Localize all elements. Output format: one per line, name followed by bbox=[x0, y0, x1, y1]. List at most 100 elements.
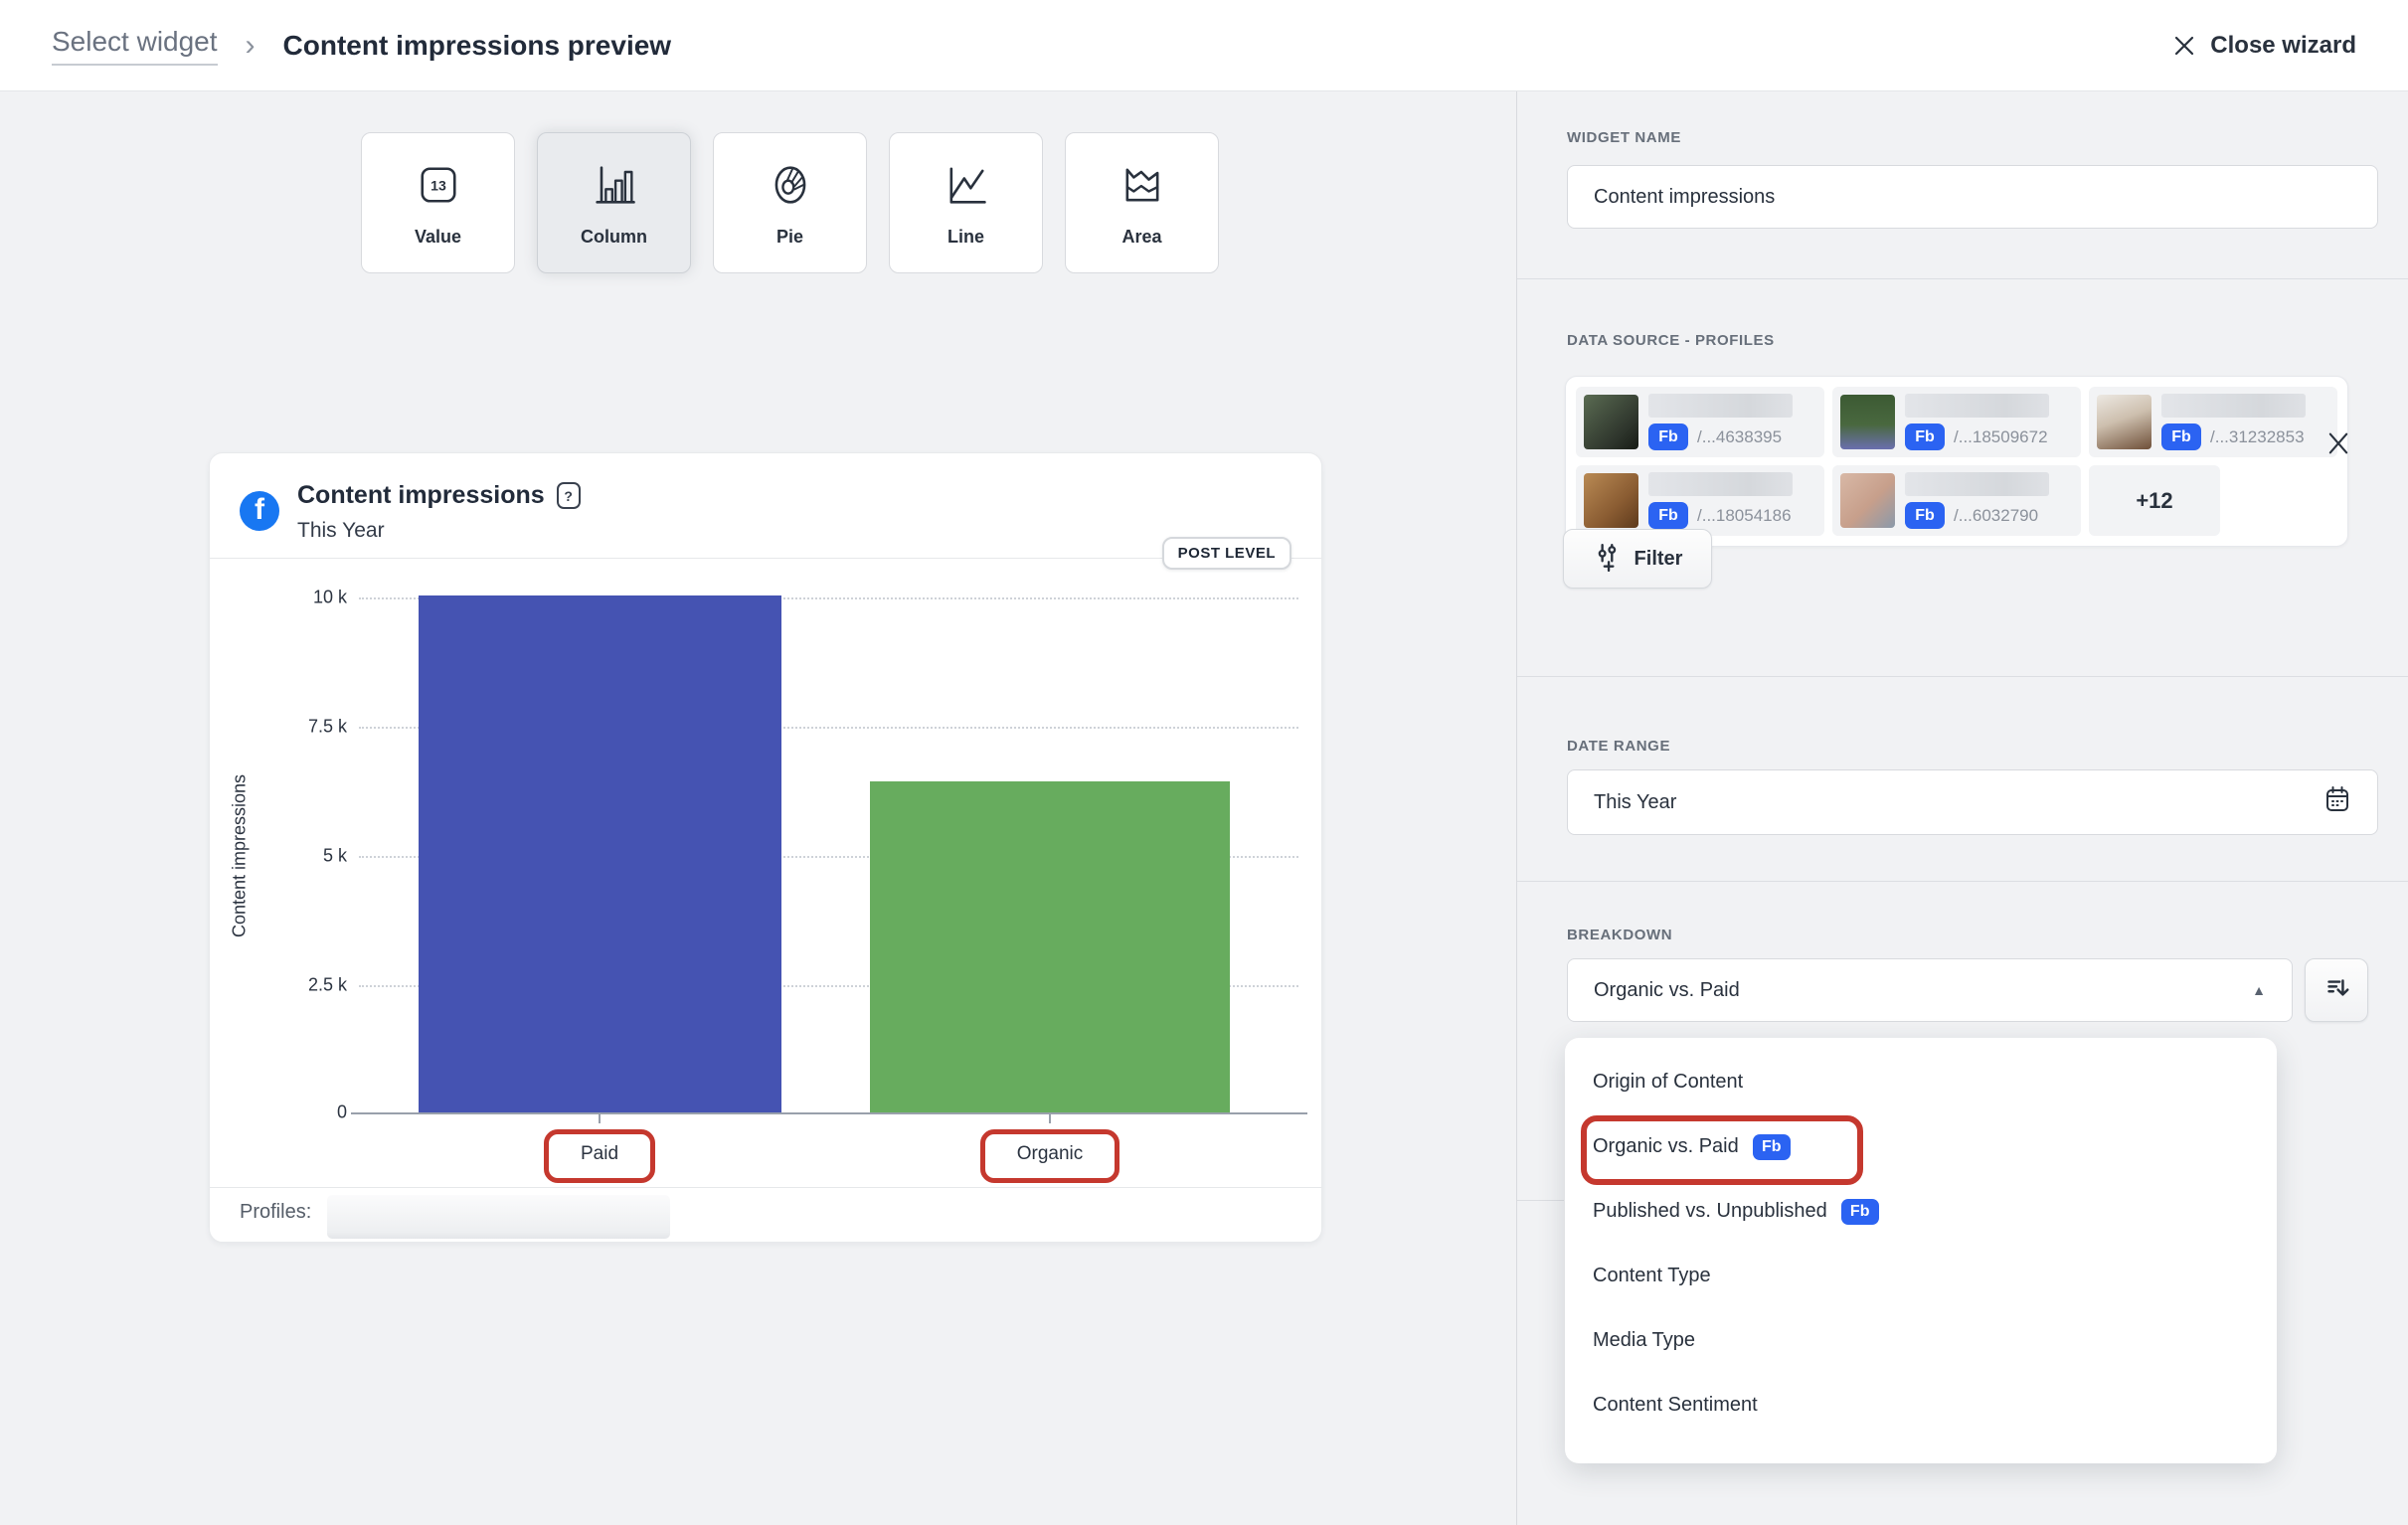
chart-profiles-label: Profiles: bbox=[240, 1201, 311, 1224]
y-axis-title: Content impressions bbox=[230, 774, 251, 937]
more-profiles-chip[interactable]: +12 bbox=[2089, 465, 2220, 536]
menu-item-published-vs-unpublished[interactable]: Published vs. Unpublished Fb bbox=[1565, 1179, 2277, 1244]
widget-type-pie[interactable]: Pie bbox=[713, 132, 867, 273]
profile-chip[interactable]: Fb /...6032790 bbox=[1832, 465, 2081, 536]
avatar bbox=[2097, 395, 2151, 449]
annotation-box-organic bbox=[980, 1129, 1119, 1183]
menu-item-content-sentiment[interactable]: Content Sentiment bbox=[1565, 1373, 2277, 1438]
calendar-icon bbox=[2323, 784, 2351, 820]
menu-item-organic-vs-paid[interactable]: Organic vs. Paid Fb bbox=[1565, 1114, 2277, 1179]
breadcrumb-chevron-icon: › bbox=[246, 31, 256, 61]
breakdown-select[interactable]: Organic vs. Paid ▲ bbox=[1567, 958, 2293, 1022]
widget-type-column[interactable]: Column bbox=[537, 132, 691, 273]
profile-name-redacted bbox=[2161, 394, 2306, 418]
menu-item-label: Organic vs. Paid bbox=[1593, 1135, 1739, 1158]
profile-id: /...18054186 bbox=[1697, 506, 1792, 526]
menu-item-label: Media Type bbox=[1593, 1329, 1695, 1352]
profile-chip[interactable]: Fb /...4638395 bbox=[1576, 387, 1824, 457]
filter-icon bbox=[1593, 542, 1623, 577]
y-tick-label: 7.5 k bbox=[250, 717, 347, 738]
menu-item-media-type[interactable]: Media Type bbox=[1565, 1308, 2277, 1373]
y-tick-label: 0 bbox=[250, 1102, 347, 1123]
profile-id: /...4638395 bbox=[1697, 427, 1782, 447]
widget-type-label: Pie bbox=[776, 227, 803, 248]
pie-chart-icon bbox=[765, 159, 816, 211]
facebook-badge: Fb bbox=[1905, 424, 1945, 450]
menu-item-content-type[interactable]: Content Type bbox=[1565, 1244, 2277, 1308]
menu-item-label: Content Sentiment bbox=[1593, 1394, 1758, 1417]
profile-id: /...6032790 bbox=[1954, 506, 2038, 526]
widget-name-label: WIDGET NAME bbox=[1567, 129, 1681, 146]
profile-name-redacted bbox=[1905, 472, 2049, 496]
sort-descending-icon bbox=[2322, 973, 2351, 1008]
post-level-badge: POST LEVEL bbox=[1162, 537, 1291, 570]
y-tick-label: 5 k bbox=[250, 846, 347, 867]
bar-organic[interactable] bbox=[870, 781, 1230, 1112]
breakdown-value: Organic vs. Paid bbox=[1594, 979, 2252, 1002]
avatar bbox=[1584, 473, 1638, 528]
widget-type-label: Column bbox=[581, 227, 647, 248]
area-chart-icon bbox=[1117, 159, 1168, 211]
avatar bbox=[1840, 473, 1895, 528]
page-title: Content impressions preview bbox=[283, 30, 672, 62]
value-13-icon: 13 bbox=[413, 159, 464, 211]
profiles-box: Fb /...4638395 Fb /...18509672 bbox=[1565, 376, 2348, 547]
config-panel: WIDGET NAME Content impressions DATA SOU… bbox=[1516, 91, 2408, 1525]
widget-type-area[interactable]: Area bbox=[1065, 132, 1219, 273]
date-range-value: This Year bbox=[1594, 791, 2323, 814]
widget-name-input[interactable]: Content impressions bbox=[1567, 165, 2378, 229]
line-chart-icon bbox=[941, 159, 992, 211]
filter-button-label: Filter bbox=[1634, 548, 1683, 571]
chart-profiles-redacted bbox=[327, 1195, 670, 1239]
avatar bbox=[1584, 395, 1638, 449]
profile-name-redacted bbox=[1905, 394, 2049, 418]
close-icon bbox=[2172, 34, 2196, 58]
date-range-label: DATE RANGE bbox=[1567, 738, 1670, 755]
close-wizard-label: Close wizard bbox=[2210, 32, 2356, 60]
profile-chip[interactable]: Fb /...31232853 bbox=[2089, 387, 2337, 457]
avatar bbox=[1840, 395, 1895, 449]
breakdown-dropdown-menu: Origin of Content Organic vs. Paid Fb Pu… bbox=[1565, 1038, 2277, 1463]
menu-item-label: Content Type bbox=[1593, 1265, 1711, 1287]
profile-id: /...18509672 bbox=[1954, 427, 2048, 447]
filter-button[interactable]: Filter bbox=[1563, 529, 1712, 589]
x-tick bbox=[599, 1114, 601, 1123]
divider bbox=[210, 1187, 1321, 1188]
facebook-badge: Fb bbox=[1905, 502, 1945, 529]
svg-text:13: 13 bbox=[430, 177, 446, 193]
breakdown-label: BREAKDOWN bbox=[1567, 927, 1672, 943]
divider bbox=[1517, 676, 2408, 677]
y-tick-label: 10 k bbox=[250, 588, 347, 608]
column-chart-icon bbox=[589, 159, 640, 211]
sort-breakdown-button[interactable] bbox=[2305, 958, 2368, 1022]
remove-data-source-icon[interactable] bbox=[2324, 429, 2352, 462]
chevron-up-icon: ▲ bbox=[2252, 982, 2266, 998]
widget-type-label: Line bbox=[947, 227, 984, 248]
date-range-select[interactable]: This Year bbox=[1567, 769, 2378, 835]
widget-name-value: Content impressions bbox=[1594, 186, 2351, 209]
widget-type-line[interactable]: Line bbox=[889, 132, 1043, 273]
chart-preview-card: f Content impressions ? This Year POST L… bbox=[209, 452, 1322, 1243]
facebook-badge: Fb bbox=[1648, 424, 1688, 450]
widget-type-label: Value bbox=[415, 227, 461, 248]
bar-chart-plot: 10 k 7.5 k 5 k 2.5 k 0 Content impressio… bbox=[210, 453, 1321, 1242]
widget-type-value[interactable]: 13 Value bbox=[361, 132, 515, 273]
profile-name-redacted bbox=[1648, 472, 1793, 496]
wizard-body: 13 Value Column bbox=[0, 91, 2408, 1525]
widget-type-label: Area bbox=[1121, 227, 1161, 248]
facebook-badge: Fb bbox=[1753, 1134, 1791, 1160]
breadcrumb-select-widget[interactable]: Select widget bbox=[52, 26, 218, 66]
divider bbox=[1517, 881, 2408, 882]
annotation-box-paid bbox=[544, 1129, 655, 1183]
facebook-badge: Fb bbox=[1648, 502, 1688, 529]
menu-item-label: Origin of Content bbox=[1593, 1071, 1743, 1094]
x-axis-line bbox=[351, 1112, 1307, 1114]
data-source-label: DATA SOURCE - PROFILES bbox=[1567, 332, 1775, 349]
profile-name-redacted bbox=[1648, 394, 1793, 418]
profile-chip[interactable]: Fb /...18054186 bbox=[1576, 465, 1824, 536]
profile-chip[interactable]: Fb /...18509672 bbox=[1832, 387, 2081, 457]
menu-item-origin-of-content[interactable]: Origin of Content bbox=[1565, 1050, 2277, 1114]
bar-paid[interactable] bbox=[419, 595, 781, 1112]
close-wizard-button[interactable]: Close wizard bbox=[2172, 32, 2356, 60]
widget-type-selector: 13 Value Column bbox=[361, 132, 1219, 273]
